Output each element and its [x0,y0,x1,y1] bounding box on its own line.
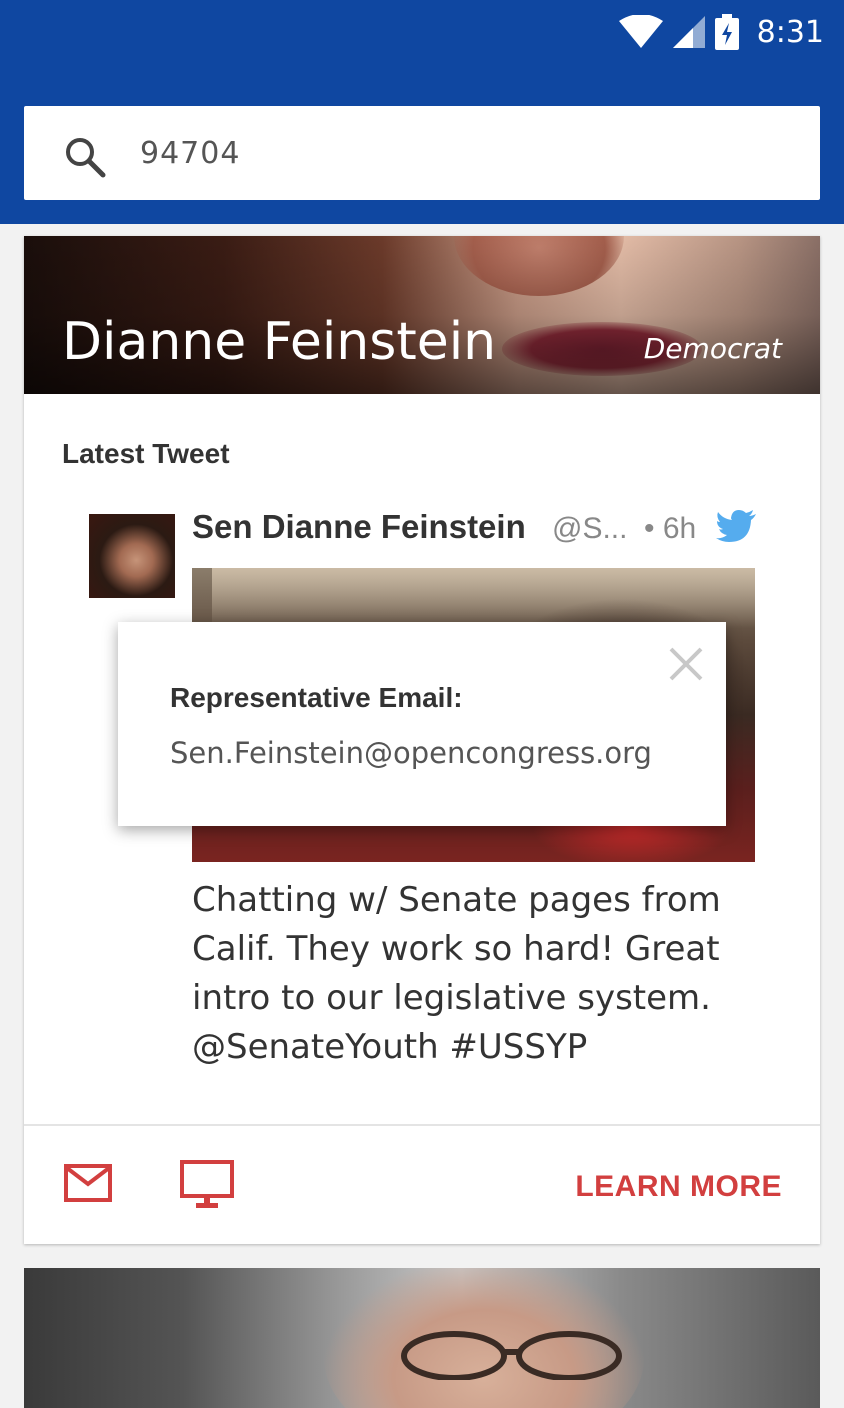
status-time: 8:31 [756,14,824,50]
card-divider [24,1124,820,1126]
tweet-text: Chatting w/ Senate pages from Calif. The… [192,880,721,1067]
tweet-avatar[interactable] [89,514,175,598]
signal-icon [672,16,705,48]
tweet-author[interactable]: Sen Dianne Feinstein [192,508,526,546]
search-icon[interactable] [64,136,106,178]
monitor-icon[interactable] [180,1160,234,1210]
learn-more-button[interactable]: LEARN MORE [575,1170,782,1204]
representative-party: Democrat [643,332,782,365]
status-icons: 8:31 [618,12,824,52]
next-representative-card[interactable] [24,1268,820,1408]
mail-icon[interactable] [64,1164,112,1202]
representative-email[interactable]: Sen.Feinstein@opencongress.org [170,736,652,770]
battery-charging-icon [714,14,739,50]
popup-title: Representative Email: [170,682,463,713]
representative-name: Dianne Feinstein [62,312,497,372]
app-bar: 8:31 94704 [0,0,844,224]
tweet-time: • 6h [644,512,697,545]
status-bar: 8:31 [0,0,844,64]
search-box[interactable]: 94704 [24,106,820,200]
search-input[interactable]: 94704 [140,136,240,171]
close-icon[interactable] [668,646,704,682]
latest-tweet-label: Latest Tweet [62,438,230,469]
wifi-icon [618,15,663,48]
tweet-handle[interactable]: @S... [552,512,627,546]
representative-photo-banner: Dianne Feinstein Democrat [24,236,820,394]
twitter-bird-icon[interactable] [716,510,756,544]
photo-detail [401,1331,622,1380]
representative-email-popup: Representative Email: Sen.Feinstein@open… [118,622,726,826]
